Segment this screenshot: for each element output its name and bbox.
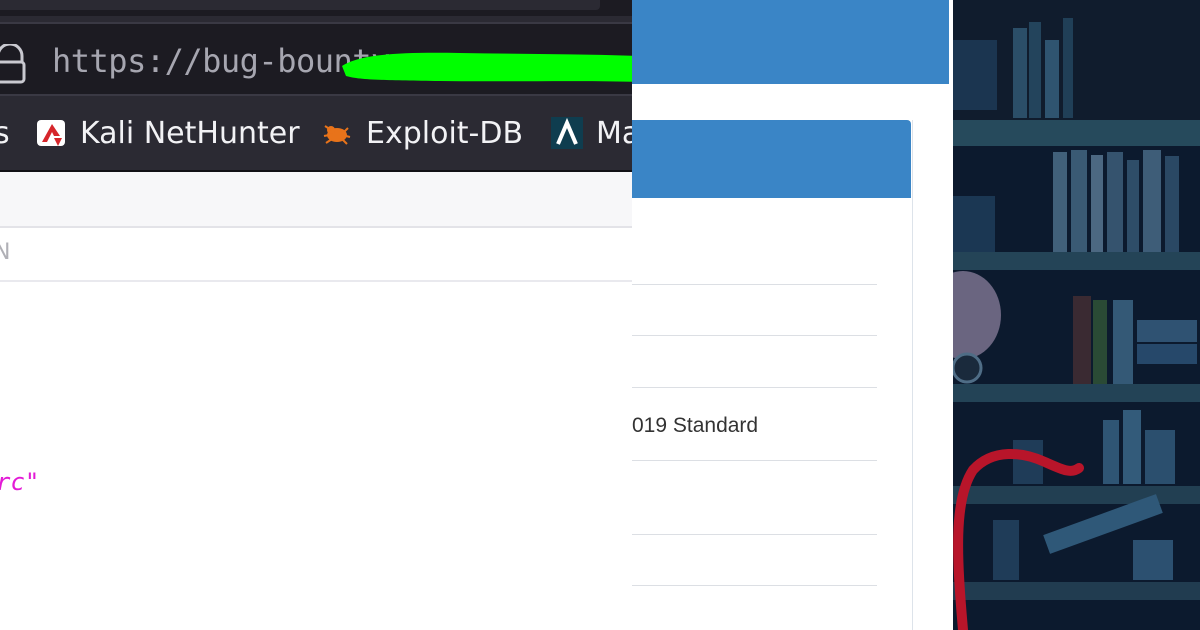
webpage-panel: 019 Standard: [632, 0, 950, 630]
row-divider: [632, 387, 877, 388]
page-header-bar: [632, 0, 950, 84]
redaction-mark: [342, 52, 632, 82]
url-field[interactable]: https://bug-bounty: [0, 22, 632, 96]
bookmark-partial[interactable]: s: [0, 96, 10, 170]
maltego-icon: [551, 117, 583, 149]
bookshelf-illustration: [953, 0, 1200, 630]
info-card: [632, 120, 913, 630]
row-divider: [632, 534, 877, 535]
row-divider: [632, 335, 877, 336]
screenshot-canvas: https://bug-bounty s Kali NetHunter Expl…: [0, 0, 1200, 630]
exploit-db-icon: [323, 125, 351, 145]
row-divider: [632, 585, 877, 586]
page-subheader: [0, 172, 632, 228]
bookmark-label: Kali NetHunter: [80, 115, 300, 151]
bookmark-label: s: [0, 115, 10, 151]
code-fragment: rc": [0, 468, 40, 496]
content-header-label: N: [0, 240, 11, 265]
content-divider: [0, 280, 632, 282]
bookmark-exploit-db[interactable]: Exploit-DB: [320, 96, 523, 170]
bookmark-label: Ma: [596, 115, 632, 151]
browser-window: https://bug-bounty s Kali NetHunter Expl…: [0, 0, 632, 630]
illustration-panel: [953, 0, 1200, 630]
bookmark-maltego[interactable]: Ma: [550, 96, 632, 170]
bookmark-kali-nethunter[interactable]: Kali NetHunter: [34, 96, 300, 170]
tab-strip: [0, 0, 632, 16]
url-toolbar: https://bug-bounty: [0, 16, 632, 96]
lock-icon[interactable]: [0, 44, 26, 84]
table-cell-text: 019 Standard: [632, 414, 759, 437]
card-header: [632, 120, 911, 198]
bookmark-label: Exploit-DB: [366, 115, 524, 151]
kali-nethunter-icon: [37, 120, 65, 146]
row-divider: [632, 460, 877, 461]
bookmarks-toolbar: s Kali NetHunter Exploit-DB Ma: [0, 96, 632, 172]
row-divider: [632, 284, 877, 285]
active-tab[interactable]: [0, 0, 600, 10]
